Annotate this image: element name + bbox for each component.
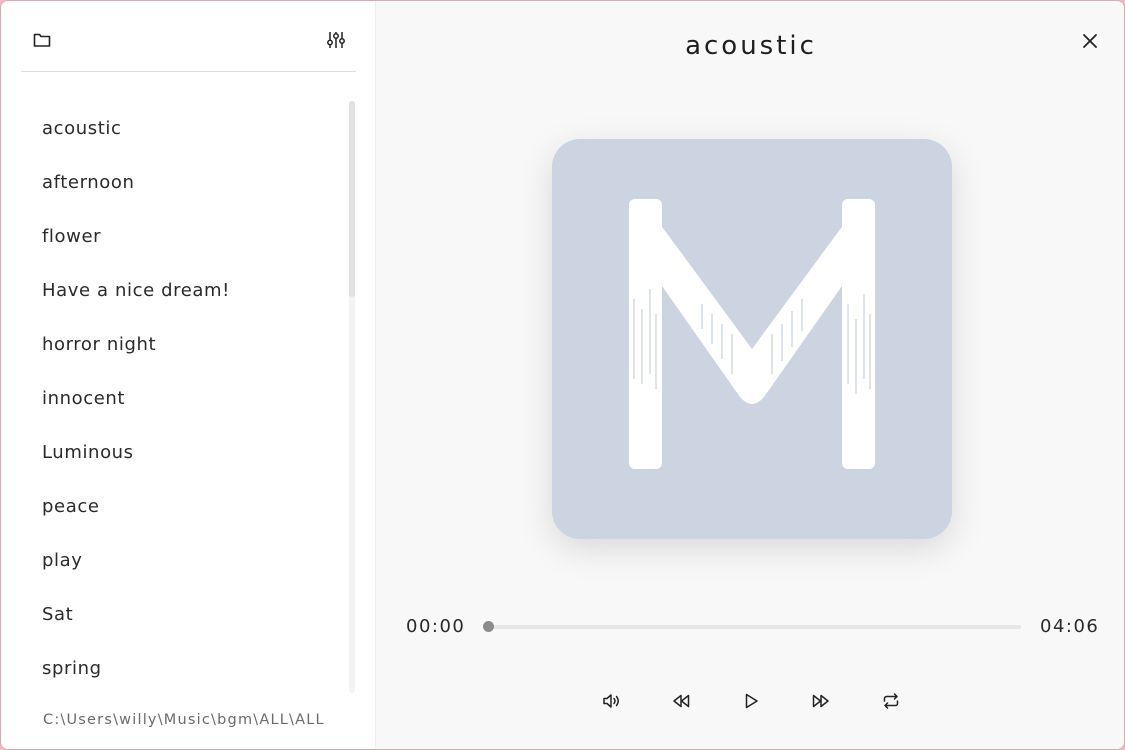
progress-bar[interactable] — [483, 621, 1021, 632]
song-list-item[interactable]: Sat — [21, 587, 346, 641]
sidebar: acoustic afternoon flower Have a nice dream… — [1, 1, 376, 749]
fast-forward-icon — [812, 694, 829, 708]
open-folder-button[interactable] — [26, 24, 58, 56]
equalizer-button[interactable] — [320, 24, 352, 56]
song-list: acoustic afternoon flower Have a nice dream… — [21, 101, 346, 693]
song-list-item[interactable]: Luminous — [21, 425, 346, 479]
song-list-item[interactable]: acoustic — [21, 101, 346, 155]
play-button[interactable] — [735, 685, 767, 717]
close-icon — [1083, 34, 1097, 48]
folder-icon — [33, 33, 51, 47]
album-cover — [552, 139, 952, 539]
song-list-item[interactable]: spring — [21, 641, 346, 693]
song-list-item[interactable]: horror night — [21, 317, 346, 371]
song-list-item[interactable]: flower — [21, 209, 346, 263]
volume-button[interactable] — [595, 685, 627, 717]
song-list-item[interactable]: afternoon — [21, 155, 346, 209]
repeat-icon — [883, 693, 899, 709]
player-panel: acoustic 00:00 04:06 — [376, 1, 1124, 749]
music-player-window: acoustic afternoon flower Have a nice dream… — [0, 0, 1125, 750]
repeat-button[interactable] — [875, 685, 907, 717]
play-icon — [745, 693, 758, 709]
volume-icon — [603, 694, 619, 708]
track-title: acoustic — [685, 31, 817, 61]
song-list-item[interactable]: play — [21, 533, 346, 587]
equalizer-icon — [327, 32, 345, 48]
song-list-item[interactable]: Have a nice dream! — [21, 263, 346, 317]
song-list-item[interactable]: peace — [21, 479, 346, 533]
close-button[interactable] — [1074, 25, 1106, 57]
rewind-icon — [673, 694, 690, 708]
song-list-scrollbar[interactable] — [349, 101, 355, 693]
sidebar-header — [21, 1, 356, 72]
current-time: 00:00 — [406, 616, 466, 637]
total-time: 04:06 — [1040, 616, 1100, 637]
m-logo-icon — [629, 199, 875, 469]
previous-button[interactable] — [665, 685, 697, 717]
progress-knob[interactable] — [483, 621, 494, 632]
scrollbar-thumb[interactable] — [349, 101, 355, 297]
next-button[interactable] — [805, 685, 837, 717]
song-list-item[interactable]: innocent — [21, 371, 346, 425]
folder-path: C:\Users\willy\Music\bgm\ALL\ALL — [43, 712, 325, 728]
